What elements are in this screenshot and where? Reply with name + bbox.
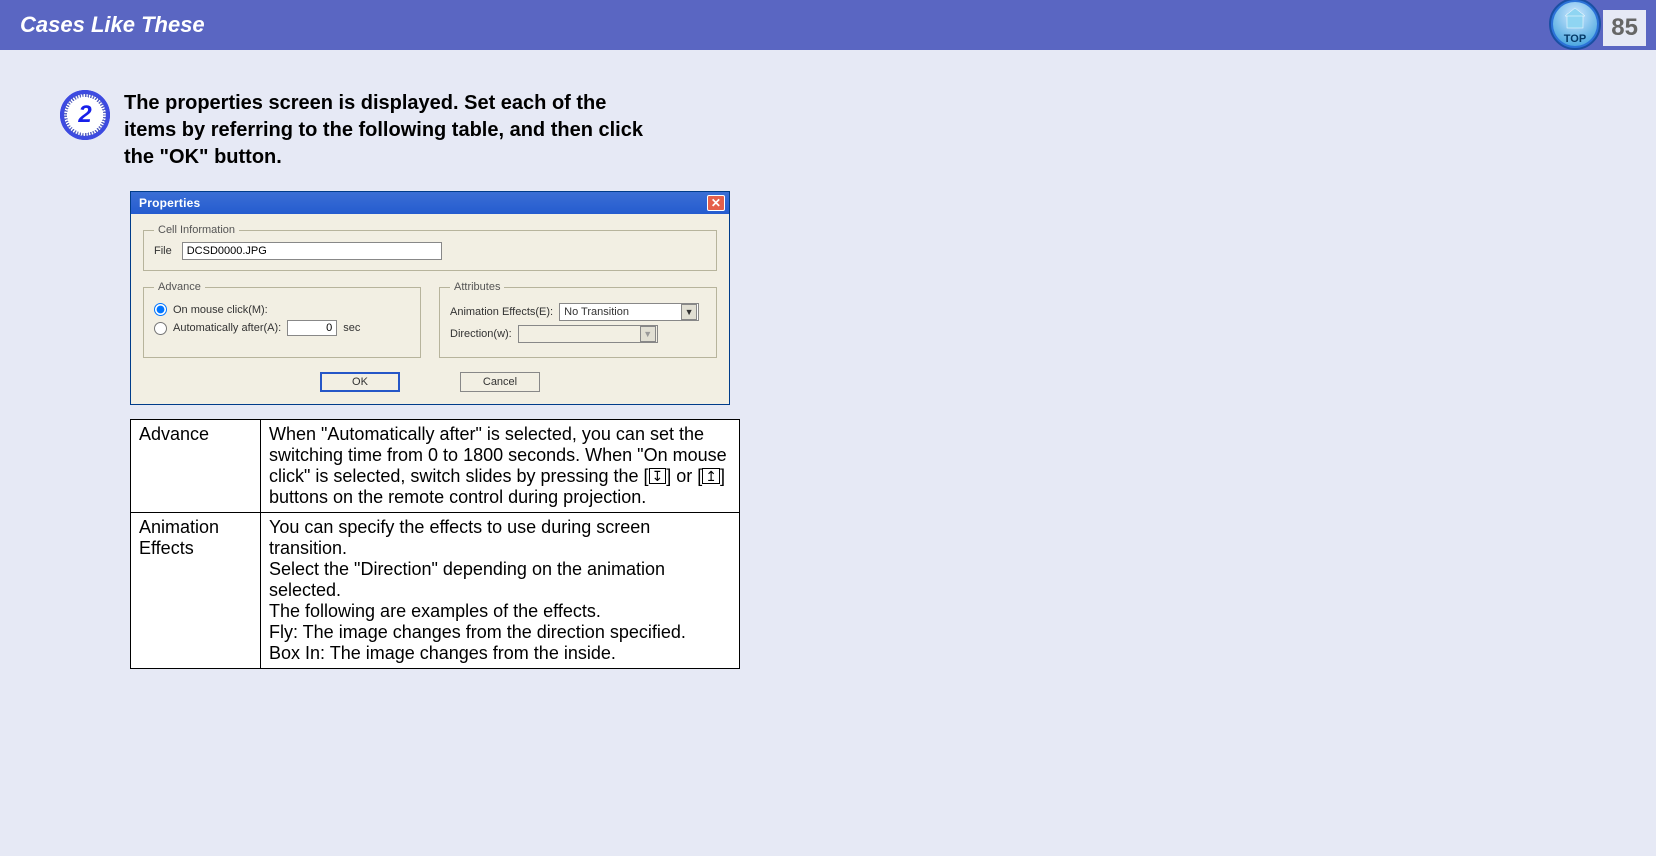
file-label: File — [154, 245, 172, 257]
step-instruction: The properties screen is displayed. Set … — [124, 90, 654, 171]
advance-group: Advance On mouse click(M): Automatically… — [143, 281, 421, 358]
ok-button[interactable]: OK — [320, 372, 400, 392]
page-number: 85 — [1603, 10, 1646, 46]
animation-effects-value: No Transition — [564, 306, 629, 318]
attributes-legend: Attributes — [450, 281, 504, 293]
automatically-after-radio[interactable] — [154, 322, 167, 335]
properties-dialog: Properties ✕ Cell Information File Advan… — [130, 191, 730, 405]
on-mouse-click-radio[interactable] — [154, 303, 167, 316]
step-number: 2 — [78, 101, 91, 129]
seconds-field[interactable] — [287, 320, 337, 336]
seconds-unit: sec — [343, 322, 360, 334]
step-badge: 2 — [60, 90, 110, 140]
close-icon[interactable]: ✕ — [707, 195, 725, 211]
page-title: Cases Like These — [20, 12, 205, 38]
direction-label: Direction(w): — [450, 328, 512, 340]
automatically-after-label: Automatically after(A): — [173, 322, 281, 334]
dialog-titlebar: Properties ✕ — [131, 192, 729, 214]
on-mouse-click-label: On mouse click(M): — [173, 304, 268, 316]
attributes-group: Attributes Animation Effects(E): No Tran… — [439, 281, 717, 358]
table-row: Animation Effects You can specify the ef… — [131, 513, 740, 669]
dialog-title: Properties — [139, 196, 200, 210]
top-label: TOP — [1564, 33, 1586, 45]
advance-legend: Advance — [154, 281, 205, 293]
file-field[interactable] — [182, 242, 442, 260]
page-down-key-icon: ↧ — [649, 468, 667, 484]
dialog-body: Cell Information File Advance On mouse c… — [131, 214, 729, 404]
chevron-down-icon: ▼ — [640, 326, 656, 342]
top-icon[interactable]: TOP — [1549, 0, 1601, 50]
table-row: Advance When "Automatically after" is se… — [131, 420, 740, 513]
animation-effects-label: Animation Effects(E): — [450, 306, 553, 318]
chevron-down-icon: ▼ — [681, 304, 697, 320]
cell-information-legend: Cell Information — [154, 224, 239, 236]
page-header: Cases Like These TOP 85 — [0, 0, 1656, 50]
cancel-button[interactable]: Cancel — [460, 372, 540, 392]
step-row: 2 The properties screen is displayed. Se… — [60, 90, 720, 171]
table-cell-desc: You can specify the effects to use durin… — [261, 513, 740, 669]
table-cell-desc: When "Automatically after" is selected, … — [261, 420, 740, 513]
page-up-key-icon: ↥ — [702, 468, 720, 484]
content-area: 2 The properties screen is displayed. Se… — [0, 50, 780, 709]
table-cell-name: Animation Effects — [131, 513, 261, 669]
direction-combo: ▼ — [518, 325, 658, 343]
animation-effects-combo[interactable]: No Transition ▼ — [559, 303, 699, 321]
cell-information-group: Cell Information File — [143, 224, 717, 271]
reference-table: Advance When "Automatically after" is se… — [130, 419, 740, 669]
table-cell-name: Advance — [131, 420, 261, 513]
